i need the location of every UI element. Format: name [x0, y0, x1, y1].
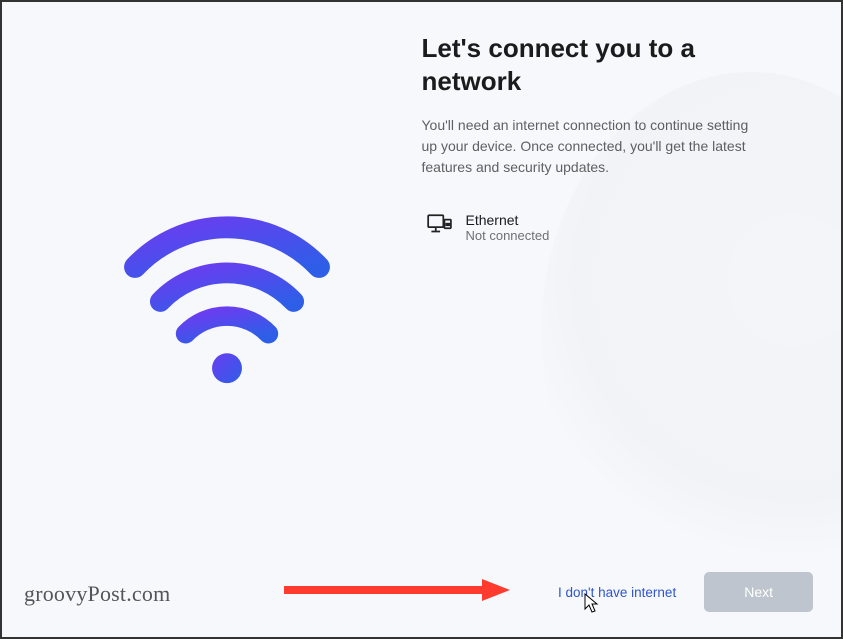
- wifi-icon: [112, 175, 342, 405]
- oobe-network-screen: Let's connect you to a network You'll ne…: [2, 2, 841, 637]
- ethernet-icon: [426, 212, 452, 238]
- network-item-ethernet[interactable]: Ethernet Not connected: [422, 206, 812, 249]
- network-name: Ethernet: [466, 212, 550, 228]
- skip-internet-link[interactable]: I don't have internet: [558, 585, 676, 600]
- illustration-pane: [32, 32, 422, 547]
- content-pane: Let's connect you to a network You'll ne…: [422, 32, 812, 547]
- network-status: Not connected: [466, 228, 550, 243]
- page-title: Let's connect you to a network: [422, 32, 812, 97]
- next-button[interactable]: Next: [704, 572, 813, 612]
- watermark-text: groovyPost.com: [24, 581, 170, 607]
- page-subtext: You'll need an internet connection to co…: [422, 115, 812, 178]
